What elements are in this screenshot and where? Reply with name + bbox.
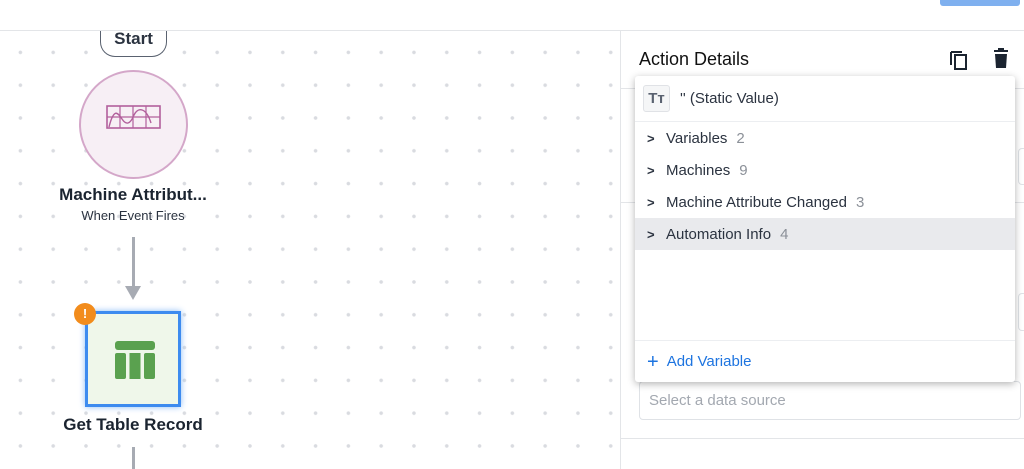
trigger-node-subtitle: When Event Fires <box>81 208 185 223</box>
group-label: Machine Attribute Changed <box>666 193 847 211</box>
group-variables[interactable]: > Variables 2 <box>635 122 1015 154</box>
text-type-icon: Tт <box>643 85 670 112</box>
panel-title: Action Details <box>639 49 750 69</box>
workflow-canvas[interactable]: Start Machine Attribut... When Event Fir… <box>0 31 620 469</box>
add-variable-label: Add Variable <box>666 353 752 370</box>
group-label: Machines <box>666 161 731 179</box>
add-variable-button[interactable]: + Add Variable <box>635 340 1015 382</box>
chevron-right-icon: > <box>647 226 655 242</box>
variable-picker-dropdown: Tт '' (Static Value) > Variables 2 > Machin… <box>635 76 1015 382</box>
group-machine-attribute-changed[interactable]: > Machine Attribute Changed 3 <box>635 186 1015 218</box>
start-label: Start <box>100 31 167 57</box>
group-label: Variables <box>666 129 728 147</box>
primary-button[interactable] <box>940 0 1020 6</box>
group-count: 2 <box>736 129 745 147</box>
connector-line <box>132 237 135 289</box>
chevron-right-icon: > <box>647 194 655 210</box>
data-source-select[interactable]: Select a data source <box>639 381 1021 420</box>
table-icon <box>115 341 155 379</box>
static-value-option[interactable]: Tт '' (Static Value) <box>635 76 1015 122</box>
connector-arrow <box>125 286 141 300</box>
action-node-get-table-record[interactable] <box>85 311 181 407</box>
trash-icon[interactable] <box>991 48 1013 70</box>
connector-line <box>132 447 135 469</box>
group-count: 4 <box>780 225 789 243</box>
trigger-node-title: Machine Attribut... <box>59 185 207 204</box>
group-count: 9 <box>739 161 748 179</box>
plus-icon: + <box>647 350 659 373</box>
chevron-right-icon: > <box>647 162 655 178</box>
group-automation-info[interactable]: > Automation Info 4 <box>635 218 1015 250</box>
trigger-node[interactable] <box>79 70 188 179</box>
copy-icon[interactable] <box>948 48 970 70</box>
top-bar <box>0 0 1024 31</box>
waveform-chart-icon <box>106 105 161 129</box>
group-count: 3 <box>855 193 865 211</box>
group-label: Automation Info <box>666 225 772 243</box>
action-node-title: Get Table Record <box>63 415 203 434</box>
chevron-right-icon: > <box>647 130 655 146</box>
group-machines[interactable]: > Machines 9 <box>635 154 1015 186</box>
static-value-label: '' (Static Value) <box>680 90 779 107</box>
warning-icon[interactable]: ! <box>74 303 96 325</box>
